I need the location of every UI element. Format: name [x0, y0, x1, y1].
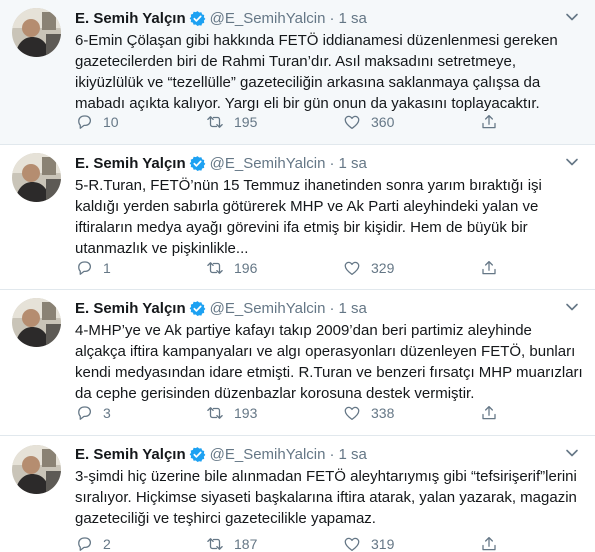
- chevron-down-icon[interactable]: [565, 155, 579, 169]
- tweet-actions: 10 195 360: [75, 112, 515, 132]
- tweet-feed: E. Semih Yalçın @E_SemihYalcin · 1 sa 6-…: [0, 0, 595, 552]
- share-button[interactable]: [480, 404, 498, 422]
- like-button[interactable]: 338: [343, 404, 394, 422]
- like-count: 360: [371, 114, 395, 130]
- reply-count: 1: [103, 260, 111, 276]
- like-icon: [344, 261, 360, 276]
- share-button[interactable]: [480, 113, 498, 131]
- tweet-timestamp[interactable]: 1 sa: [338, 10, 366, 27]
- retweet-icon: [207, 407, 223, 419]
- verified-badge-icon: [189, 446, 205, 462]
- avatar[interactable]: [12, 153, 61, 202]
- author-handle[interactable]: @E_SemihYalcin: [210, 446, 326, 463]
- like-icon: [344, 537, 360, 552]
- avatar[interactable]: [12, 298, 61, 347]
- reply-icon: [78, 406, 92, 420]
- like-button[interactable]: 319: [343, 535, 394, 552]
- tweet-timestamp[interactable]: 1 sa: [338, 155, 366, 172]
- share-icon: [482, 405, 496, 420]
- retweet-button[interactable]: 193: [206, 404, 257, 422]
- retweet-icon: [207, 262, 223, 274]
- retweet-count: 193: [234, 405, 258, 421]
- verified-badge-icon: [189, 300, 205, 316]
- tweet[interactable]: E. Semih Yalçın @E_SemihYalcin · 1 sa 6-…: [0, 0, 595, 145]
- tweet[interactable]: E. Semih Yalçın @E_SemihYalcin · 1 sa 3-…: [0, 436, 595, 552]
- author-handle[interactable]: @E_SemihYalcin: [210, 300, 326, 317]
- chevron-down-icon[interactable]: [565, 10, 579, 24]
- tweet-timestamp[interactable]: 1 sa: [338, 446, 366, 463]
- verified-badge-icon: [189, 10, 205, 26]
- separator-dot: ·: [329, 299, 335, 317]
- chevron-down-icon[interactable]: [565, 300, 579, 314]
- retweet-count: 187: [234, 536, 258, 552]
- reply-button[interactable]: 1: [75, 259, 111, 277]
- tweet-header: E. Semih Yalçın @E_SemihYalcin · 1 sa: [75, 444, 367, 464]
- share-icon: [482, 114, 496, 129]
- reply-count: 3: [103, 405, 111, 421]
- retweet-button[interactable]: 196: [206, 259, 257, 277]
- retweet-count: 195: [234, 114, 258, 130]
- like-count: 319: [371, 536, 395, 552]
- share-icon: [482, 260, 496, 275]
- verified-badge-icon: [189, 155, 205, 171]
- tweet-text: 6-Emin Çölaşan gibi hakkında FETÖ iddian…: [75, 32, 558, 112]
- tweet-actions: 1 196 329: [75, 258, 515, 278]
- avatar[interactable]: [12, 8, 61, 57]
- reply-button[interactable]: 3: [75, 404, 111, 422]
- retweet-count: 196: [234, 260, 258, 276]
- author-handle[interactable]: @E_SemihYalcin: [210, 10, 326, 27]
- retweet-icon: [207, 116, 223, 128]
- retweet-button[interactable]: 187: [206, 535, 257, 552]
- author-name[interactable]: E. Semih Yalçın: [75, 446, 186, 463]
- like-button[interactable]: 329: [343, 259, 394, 277]
- reply-icon: [78, 537, 92, 551]
- tweet-actions: 3 193 338: [75, 403, 515, 423]
- reply-icon: [78, 261, 92, 275]
- avatar[interactable]: [12, 445, 61, 494]
- tweet[interactable]: E. Semih Yalçın @E_SemihYalcin · 1 sa 4-…: [0, 290, 595, 436]
- tweet[interactable]: E. Semih Yalçın @E_SemihYalcin · 1 sa 5-…: [0, 145, 595, 290]
- tweet-actions: 2 187 319: [75, 534, 515, 552]
- author-name[interactable]: E. Semih Yalçın: [75, 10, 186, 27]
- reply-button[interactable]: 10: [75, 113, 119, 131]
- like-count: 338: [371, 405, 395, 421]
- tweet-header: E. Semih Yalçın @E_SemihYalcin · 1 sa: [75, 8, 367, 28]
- like-count: 329: [371, 260, 395, 276]
- retweet-icon: [207, 538, 223, 550]
- reply-count: 2: [103, 536, 111, 552]
- like-icon: [344, 406, 360, 421]
- tweet-timestamp[interactable]: 1 sa: [338, 300, 366, 317]
- share-icon: [482, 536, 496, 551]
- reply-count: 10: [103, 114, 119, 130]
- separator-dot: ·: [329, 445, 335, 463]
- author-handle[interactable]: @E_SemihYalcin: [210, 155, 326, 172]
- tweet-header: E. Semih Yalçın @E_SemihYalcin · 1 sa: [75, 298, 367, 318]
- retweet-button[interactable]: 195: [206, 113, 257, 131]
- author-name[interactable]: E. Semih Yalçın: [75, 155, 186, 172]
- tweet-text: 3-şimdi hiç üzerine bile alınmadan FETÖ …: [75, 468, 577, 527]
- reply-icon: [78, 115, 92, 129]
- share-button[interactable]: [480, 259, 498, 277]
- share-button[interactable]: [480, 535, 498, 552]
- like-button[interactable]: 360: [343, 113, 394, 131]
- tweet-text: 5-R.Turan, FETÖ’nün 15 Temmuz ihanetinde…: [75, 177, 542, 257]
- tweet-text: 4-MHP’ye ve Ak partiye kafayı takıp 2009…: [75, 322, 583, 402]
- separator-dot: ·: [329, 154, 335, 172]
- reply-button[interactable]: 2: [75, 535, 111, 552]
- chevron-down-icon[interactable]: [565, 446, 579, 460]
- like-icon: [344, 115, 360, 130]
- tweet-header: E. Semih Yalçın @E_SemihYalcin · 1 sa: [75, 153, 367, 173]
- separator-dot: ·: [329, 9, 335, 27]
- author-name[interactable]: E. Semih Yalçın: [75, 300, 186, 317]
